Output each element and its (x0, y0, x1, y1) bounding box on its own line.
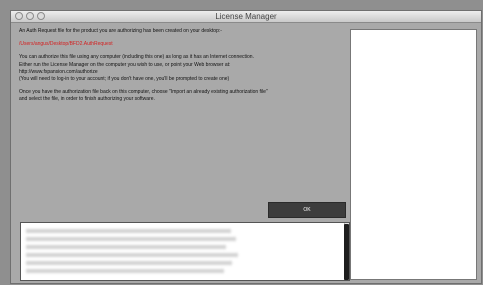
instruction-line-5: and select the file, in order to finish … (19, 96, 155, 103)
auth-request-file-path: /Users/angus/Desktop/BFD2.AuthRequest (19, 41, 113, 48)
title-bar[interactable]: License Manager (11, 11, 481, 23)
instruction-line-4: Once you have the authorization file bac… (19, 89, 268, 96)
blurred-text-line (26, 229, 231, 233)
right-panel (350, 29, 477, 280)
authorize-url: http://www.fxpansion.com/authorize (19, 68, 98, 75)
intro-text: An Auth Request file for the product you… (19, 28, 222, 34)
auth-request-text-box[interactable] (20, 222, 350, 281)
blurred-text-line (26, 237, 236, 241)
ok-button[interactable]: OK (268, 202, 346, 218)
instruction-line-2: Either run the License Manager on the co… (19, 61, 231, 68)
blurred-text-line (26, 245, 226, 249)
license-manager-window: License Manager An Auth Request file for… (10, 10, 482, 284)
window-title: License Manager (215, 12, 277, 21)
scrollbar-thumb[interactable] (344, 224, 349, 280)
blurred-text-line (26, 269, 224, 273)
blurred-text-line (26, 253, 238, 257)
instruction-line-3: (You will need to log-in to your account… (19, 76, 230, 83)
vertical-scrollbar[interactable] (344, 223, 349, 280)
message-area: An Auth Request file for the product you… (19, 28, 349, 104)
instruction-line-1: You can authorize this file using any co… (19, 54, 254, 61)
blurred-text-line (26, 261, 232, 265)
